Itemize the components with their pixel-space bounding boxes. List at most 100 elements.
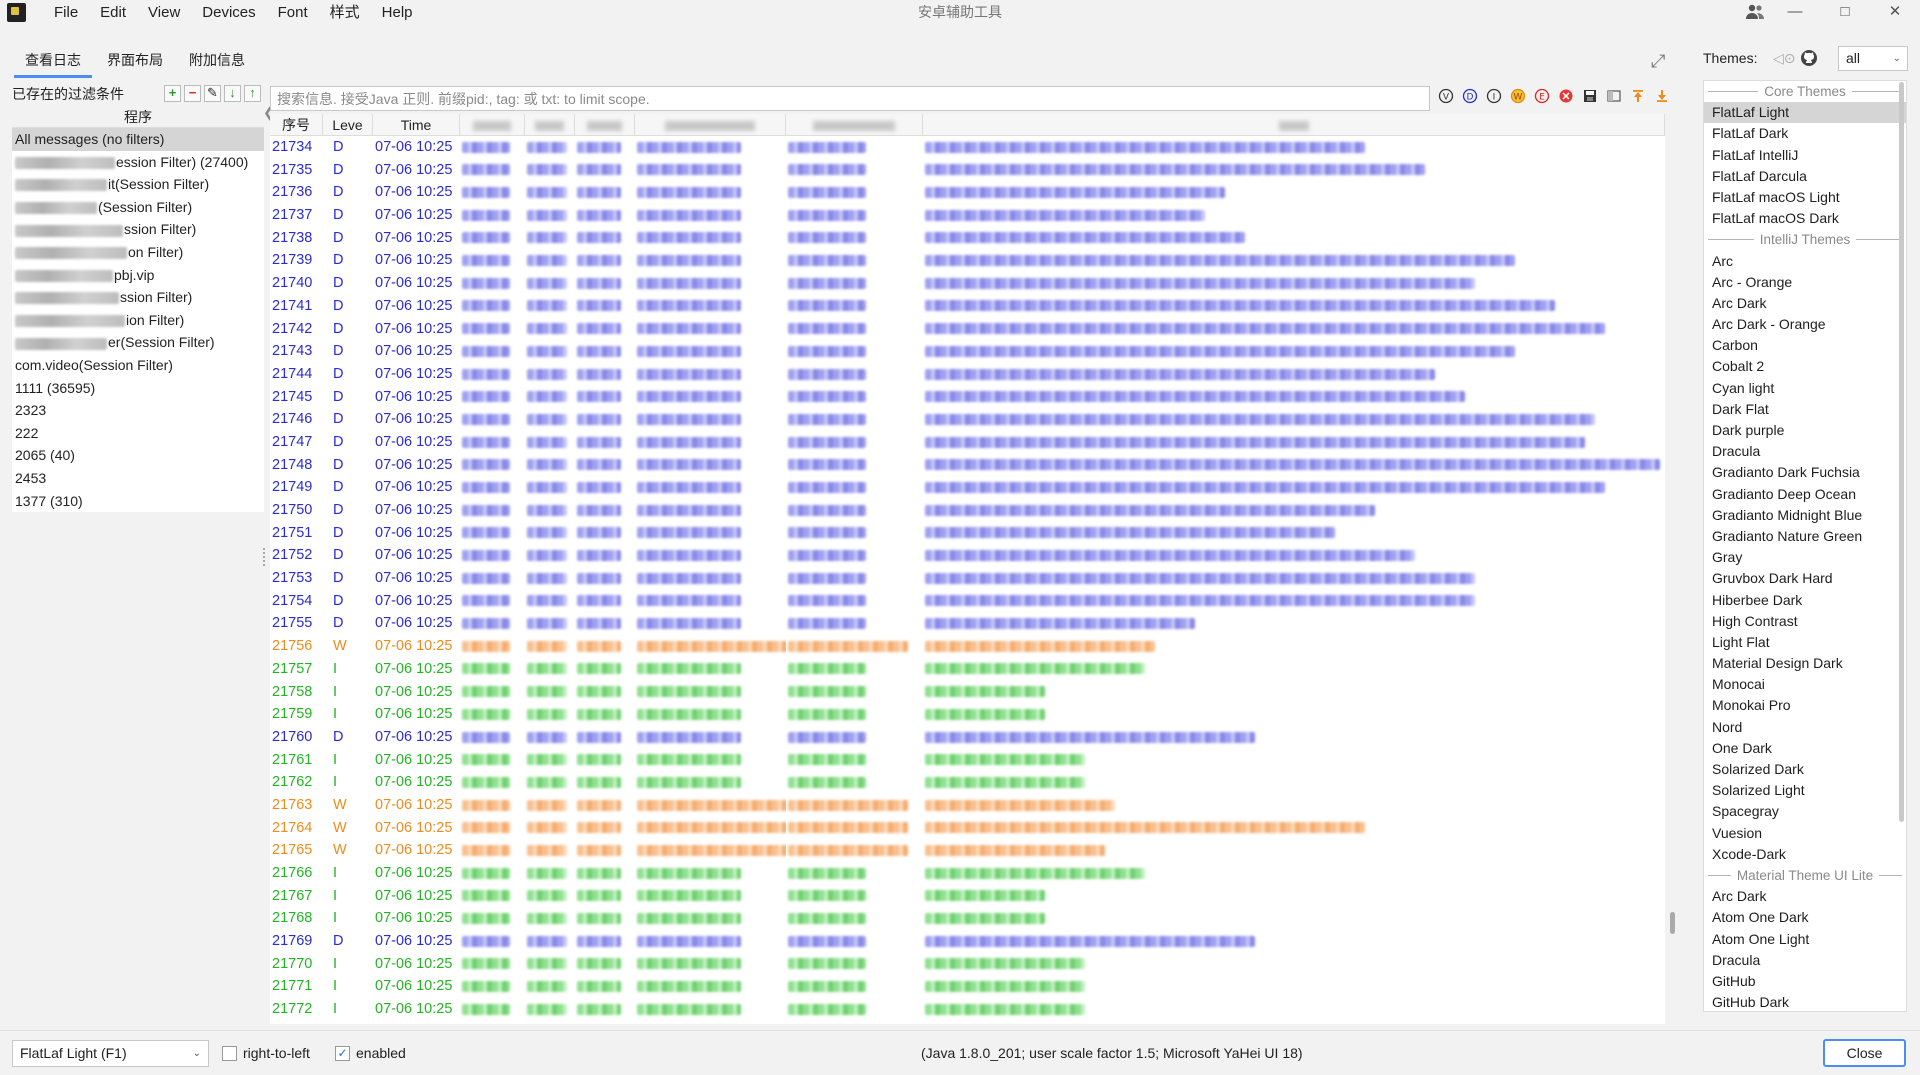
theme-item[interactable]: GitHub xyxy=(1704,971,1906,992)
log-row[interactable]: 21737 D 07-06 10:25 xyxy=(270,204,1665,227)
edit-filter-icon[interactable]: ✎ xyxy=(204,85,221,102)
log-row[interactable]: 21739 D 07-06 10:25 xyxy=(270,249,1665,272)
theme-item[interactable]: Xcode-Dark xyxy=(1704,844,1906,865)
filter-column-header[interactable]: 程序 xyxy=(12,106,264,128)
log-row[interactable]: 21769 D 07-06 10:25 xyxy=(270,930,1665,953)
scroll-top-icon[interactable] xyxy=(1628,88,1648,108)
menu-item[interactable]: Edit xyxy=(89,0,137,25)
log-scrollbar[interactable] xyxy=(1670,912,1675,934)
add-filter-icon[interactable]: + xyxy=(164,85,181,102)
log-row[interactable]: 21758 I 07-06 10:25 xyxy=(270,681,1665,704)
filter-item[interactable]: er(Session Filter) xyxy=(12,331,264,354)
theme-item[interactable]: Dracula xyxy=(1704,441,1906,462)
log-row[interactable]: 21756 W 07-06 10:25 xyxy=(270,635,1665,658)
theme-item[interactable]: Arc - Orange xyxy=(1704,272,1906,293)
expand-icon[interactable]: ⤢ xyxy=(1651,52,1669,70)
theme-item[interactable]: Cyan light xyxy=(1704,378,1906,399)
theme-item[interactable]: FlatLaf macOS Light xyxy=(1704,187,1906,208)
menu-item[interactable]: Devices xyxy=(191,0,266,25)
log-row[interactable]: 21757 I 07-06 10:25 xyxy=(270,658,1665,681)
menu-item[interactable]: 样式 xyxy=(319,0,371,25)
log-row[interactable]: 21755 D 07-06 10:25 xyxy=(270,612,1665,635)
theme-item[interactable]: Arc xyxy=(1704,251,1906,272)
log-row[interactable]: 21772 I 07-06 10:25 xyxy=(270,998,1665,1021)
log-row[interactable]: 21762 I 07-06 10:25 xyxy=(270,771,1665,794)
log-row[interactable]: 21767 I 07-06 10:25 xyxy=(270,885,1665,908)
theme-item[interactable]: Nord xyxy=(1704,717,1906,738)
theme-item[interactable]: Spacegray xyxy=(1704,801,1906,822)
layout-toggle-icon[interactable] xyxy=(1604,88,1624,108)
log-row[interactable]: 21761 I 07-06 10:25 xyxy=(270,749,1665,772)
log-row[interactable]: 21746 D 07-06 10:25 xyxy=(270,408,1665,431)
log-row[interactable]: 21765 W 07-06 10:25 xyxy=(270,839,1665,862)
theme-item[interactable]: High Contrast xyxy=(1704,611,1906,632)
theme-item[interactable]: Arc Dark xyxy=(1704,886,1906,907)
column-header-blurred[interactable] xyxy=(525,114,575,136)
log-row[interactable]: 21763 W 07-06 10:25 xyxy=(270,794,1665,817)
log-row[interactable]: 21764 W 07-06 10:25 xyxy=(270,817,1665,840)
theme-item[interactable]: Gray xyxy=(1704,547,1906,568)
save-icon[interactable] xyxy=(1580,88,1600,108)
theme-item[interactable]: Dark purple xyxy=(1704,420,1906,441)
log-row[interactable]: 21744 D 07-06 10:25 xyxy=(270,363,1665,386)
theme-item[interactable]: FlatLaf Light xyxy=(1704,102,1906,124)
users-icon[interactable] xyxy=(1745,3,1765,21)
log-row[interactable]: 21759 I 07-06 10:25 xyxy=(270,703,1665,726)
column-header-blurred[interactable] xyxy=(635,114,786,136)
themes-filter-select[interactable]: all ⌄ xyxy=(1838,46,1908,71)
theme-item[interactable]: Dark Flat xyxy=(1704,399,1906,420)
column-header-time[interactable]: Time xyxy=(373,114,460,136)
log-row[interactable]: 21743 D 07-06 10:25 xyxy=(270,340,1665,363)
theme-item[interactable]: Arc Dark xyxy=(1704,293,1906,314)
themes-scrollbar[interactable] xyxy=(1899,82,1904,822)
column-header-blurred[interactable] xyxy=(575,114,635,136)
log-row[interactable]: 21754 D 07-06 10:25 xyxy=(270,590,1665,613)
tab[interactable]: 附加信息 xyxy=(178,46,256,78)
log-row[interactable]: 21747 D 07-06 10:25 xyxy=(270,431,1665,454)
log-row[interactable]: 21738 D 07-06 10:25 xyxy=(270,227,1665,250)
tab[interactable]: 查看日志 xyxy=(14,46,92,78)
log-row[interactable]: 21768 I 07-06 10:25 xyxy=(270,907,1665,930)
theme-item[interactable]: Arc Dark - Orange xyxy=(1704,314,1906,335)
verbose-filter-icon[interactable]: V xyxy=(1436,88,1456,108)
theme-item[interactable]: Monokai Pro xyxy=(1704,695,1906,716)
menu-item[interactable]: Font xyxy=(267,0,319,25)
scroll-bottom-icon[interactable] xyxy=(1652,88,1672,108)
log-row[interactable]: 21740 D 07-06 10:25 xyxy=(270,272,1665,295)
move-down-icon[interactable]: ↓ xyxy=(224,85,241,102)
theme-item[interactable]: FlatLaf IntelliJ xyxy=(1704,145,1906,166)
error-filter-icon[interactable]: E xyxy=(1532,88,1552,108)
clear-log-icon[interactable] xyxy=(1556,88,1576,108)
theme-item[interactable]: Gradianto Dark Fuchsia xyxy=(1704,462,1906,483)
filter-item[interactable]: ssion Filter) xyxy=(12,286,264,309)
column-header-blurred[interactable] xyxy=(460,114,525,136)
column-header-level[interactable]: Leve xyxy=(323,114,373,136)
theme-select[interactable]: FlatLaf Light (F1) ⌄ xyxy=(12,1040,209,1067)
filter-item[interactable]: ession Filter) (27400) xyxy=(12,151,264,174)
theme-item[interactable]: Gradianto Midnight Blue xyxy=(1704,505,1906,526)
close-button[interactable]: Close xyxy=(1823,1039,1906,1067)
log-row[interactable]: 21735 D 07-06 10:25 xyxy=(270,159,1665,182)
theme-item[interactable]: Solarized Light xyxy=(1704,780,1906,801)
filter-item[interactable]: ion Filter) xyxy=(12,309,264,332)
log-row[interactable]: 21760 D 07-06 10:25 xyxy=(270,726,1665,749)
filter-item[interactable]: com.video(Session Filter) xyxy=(12,354,264,377)
remove-filter-icon[interactable]: − xyxy=(184,85,201,102)
theme-item[interactable]: FlatLaf Darcula xyxy=(1704,166,1906,187)
enabled-checkbox[interactable]: ✓ enabled xyxy=(335,1045,406,1061)
filter-item[interactable]: 2453 xyxy=(12,467,264,490)
log-row[interactable]: 21742 D 07-06 10:25 xyxy=(270,318,1665,341)
theme-item[interactable]: Gradianto Nature Green xyxy=(1704,526,1906,547)
filter-item[interactable]: ssion Filter) xyxy=(12,218,264,241)
filter-item[interactable]: 1111 (36595) xyxy=(12,377,264,400)
tab[interactable]: 界面布局 xyxy=(96,46,174,78)
theme-item[interactable]: FlatLaf Dark xyxy=(1704,123,1906,144)
move-up-icon[interactable]: ↑ xyxy=(244,85,261,102)
theme-item[interactable]: Gruvbox Dark Hard xyxy=(1704,568,1906,589)
column-header-seq[interactable]: 序号 xyxy=(270,114,323,136)
theme-item[interactable]: Light Flat xyxy=(1704,632,1906,653)
warn-filter-icon[interactable]: W xyxy=(1508,88,1528,108)
log-row[interactable]: 21736 D 07-06 10:25 xyxy=(270,181,1665,204)
theme-item[interactable]: One Dark xyxy=(1704,738,1906,759)
column-header-blurred[interactable] xyxy=(923,114,1665,136)
